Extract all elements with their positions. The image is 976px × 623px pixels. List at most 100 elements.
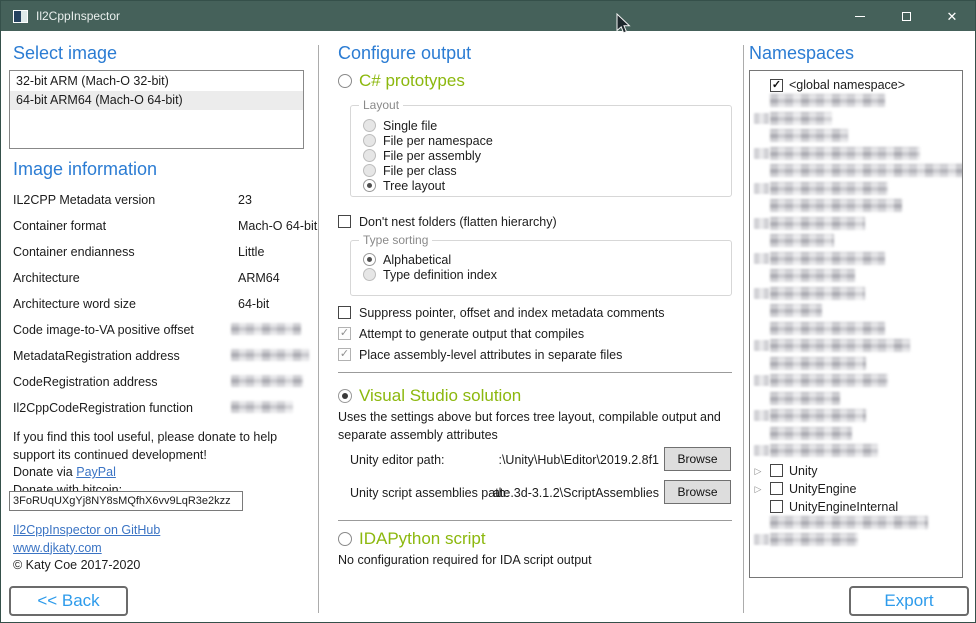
info-row: Container formatMach-O 64-bit xyxy=(13,216,307,242)
info-row-label: CodeRegistration address xyxy=(13,375,158,389)
redacted-namespace-row[interactable] xyxy=(752,374,962,387)
flatten-hierarchy-option[interactable]: Don't nest folders (flatten hierarchy) xyxy=(338,211,557,232)
redacted-namespace-row[interactable] xyxy=(752,409,962,422)
option-attempt-to-generate-output-that-compiles[interactable]: Attempt to generate output that compiles xyxy=(338,323,665,344)
redacted-namespace-row[interactable] xyxy=(752,516,962,529)
vs-solution-option[interactable]: Visual Studio solution xyxy=(338,386,521,406)
redacted-namespace-row[interactable] xyxy=(752,533,962,546)
redacted-namespace-row[interactable] xyxy=(752,164,962,177)
redacted-namespace-text xyxy=(770,516,928,529)
redacted-expander xyxy=(754,340,769,351)
donate-block: If you find this tool useful, please don… xyxy=(13,429,313,499)
redacted-namespace-row[interactable] xyxy=(752,444,962,457)
global-namespace-checkbox[interactable] xyxy=(770,79,783,92)
info-row-value: Little xyxy=(238,245,264,259)
left-column-separator xyxy=(318,45,319,613)
redacted-namespace-row[interactable] xyxy=(752,252,962,265)
idapython-radio[interactable] xyxy=(338,532,352,546)
redacted-namespace-row[interactable] xyxy=(752,322,962,335)
type-sorting-radio-alphabetical[interactable] xyxy=(363,253,376,266)
layout-option-tree-layout[interactable]: Tree layout xyxy=(363,178,731,193)
redacted-namespace-row[interactable] xyxy=(752,129,962,142)
layout-radio-single-file[interactable] xyxy=(363,119,376,132)
checkbox-attempt-to-generate-output-that-compiles[interactable] xyxy=(338,327,351,340)
type-sorting-radio-type-definition-index[interactable] xyxy=(363,268,376,281)
website-link[interactable]: www.djkaty.com xyxy=(13,541,102,555)
layout-option-file-per-class[interactable]: File per class xyxy=(363,163,731,178)
redacted-namespace-row[interactable] xyxy=(752,287,962,300)
image-list-item[interactable]: 32-bit ARM (Mach-O 32-bit) xyxy=(10,72,303,91)
info-row: ArchitectureARM64 xyxy=(13,268,307,294)
redacted-namespace-row[interactable] xyxy=(752,94,962,107)
paypal-link[interactable]: PayPal xyxy=(76,465,116,479)
namespace-checkbox-unity[interactable] xyxy=(770,464,783,477)
layout-label-file-per-namespace: File per namespace xyxy=(383,134,493,148)
layout-option-file-per-assembly[interactable]: File per assembly xyxy=(363,148,731,163)
redacted-namespace-text xyxy=(770,112,832,125)
checkbox-suppress-pointer-offset-and-index-metadata-comments[interactable] xyxy=(338,306,351,319)
info-row: Il2CppCodeRegistration function xyxy=(13,398,307,424)
redacted-namespace-row[interactable] xyxy=(752,304,962,317)
layout-radio-file-per-namespace[interactable] xyxy=(363,134,376,147)
redacted-namespace-row[interactable] xyxy=(752,269,962,282)
back-button[interactable]: << Back xyxy=(9,586,128,616)
vs-solution-radio[interactable] xyxy=(338,389,352,403)
redacted-namespace-text xyxy=(770,234,834,247)
namespaces-panel[interactable]: <global namespace> ▷Unity▷UnityEngineUni… xyxy=(749,70,963,578)
redacted-namespace-text xyxy=(770,339,910,352)
namespace-checkbox-unityengine[interactable] xyxy=(770,482,783,495)
type-sorting-option-alphabetical[interactable]: Alphabetical xyxy=(363,252,731,267)
redacted-namespace-text xyxy=(770,427,852,440)
redacted-namespace-row[interactable] xyxy=(752,339,962,352)
image-list-item[interactable]: 64-bit ARM64 (Mach-O 64-bit) xyxy=(10,91,303,110)
image-list[interactable]: 32-bit ARM (Mach-O 32-bit)64-bit ARM64 (… xyxy=(9,70,304,149)
redacted-namespace-text xyxy=(770,147,920,160)
layout-radio-file-per-class[interactable] xyxy=(363,164,376,177)
namespace-item-unityengine[interactable]: ▷UnityEngine xyxy=(752,480,962,498)
redacted-namespace-row[interactable] xyxy=(752,357,962,370)
redacted-namespace-row[interactable] xyxy=(752,199,962,212)
layout-option-file-per-namespace[interactable]: File per namespace xyxy=(363,133,731,148)
option-place-assembly-level-attributes-in-separate-files[interactable]: Place assembly-level attributes in separ… xyxy=(338,344,665,365)
namespace-item-unityengineinternal[interactable]: UnityEngineInternal xyxy=(752,498,962,516)
namespace-checkbox-unityengineinternal[interactable] xyxy=(770,500,783,513)
idapython-option[interactable]: IDAPython script xyxy=(338,529,486,549)
redacted-namespace-row[interactable] xyxy=(752,392,962,405)
vs-separator xyxy=(338,372,732,373)
browse-editor-button[interactable]: Browse xyxy=(664,447,731,471)
expander-icon[interactable]: ▷ xyxy=(752,483,764,495)
export-button[interactable]: Export xyxy=(849,586,969,616)
minimize-button[interactable] xyxy=(837,1,883,31)
layout-option-single-file[interactable]: Single file xyxy=(363,118,731,133)
github-link[interactable]: Il2CppInspector on GitHub xyxy=(13,523,160,537)
close-button[interactable]: ✕ xyxy=(929,1,975,31)
layout-radio-file-per-assembly[interactable] xyxy=(363,149,376,162)
csharp-prototypes-radio[interactable] xyxy=(338,74,352,88)
layout-groupbox: Layout Single fileFile per namespaceFile… xyxy=(350,105,732,197)
redacted-namespace-row[interactable] xyxy=(752,234,962,247)
namespace-item-global[interactable]: <global namespace> xyxy=(752,76,962,94)
info-row-label: Container endianness xyxy=(13,245,135,259)
browse-assemblies-button[interactable]: Browse xyxy=(664,480,731,504)
expander-icon[interactable]: ▷ xyxy=(752,465,764,477)
namespace-item-unity[interactable]: ▷Unity xyxy=(752,462,962,480)
type-sorting-option-type-definition-index[interactable]: Type definition index xyxy=(363,267,731,282)
bitcoin-address-input[interactable] xyxy=(9,491,243,511)
flatten-hierarchy-checkbox[interactable] xyxy=(338,215,351,228)
close-icon: ✕ xyxy=(947,10,958,23)
info-row: Container endianness Little xyxy=(13,242,307,268)
checkbox-place-assembly-level-attributes-in-separate-files[interactable] xyxy=(338,348,351,361)
configure-output-title: Configure output xyxy=(338,43,471,64)
redacted-namespace-row[interactable] xyxy=(752,427,962,440)
redacted-namespace-row[interactable] xyxy=(752,147,962,160)
redacted-namespace-row[interactable] xyxy=(752,112,962,125)
csharp-prototypes-option[interactable]: C# prototypes xyxy=(338,71,465,91)
layout-radio-tree-layout[interactable] xyxy=(363,179,376,192)
maximize-button[interactable] xyxy=(883,1,929,31)
redacted-namespace-text xyxy=(770,182,888,195)
namespace-redacted-bottom xyxy=(752,516,962,547)
option-suppress-pointer-offset-and-index-metadata-comments[interactable]: Suppress pointer, offset and index metad… xyxy=(338,302,665,323)
layout-group-label: Layout xyxy=(359,98,403,112)
redacted-namespace-row[interactable] xyxy=(752,217,962,230)
redacted-namespace-row[interactable] xyxy=(752,182,962,195)
